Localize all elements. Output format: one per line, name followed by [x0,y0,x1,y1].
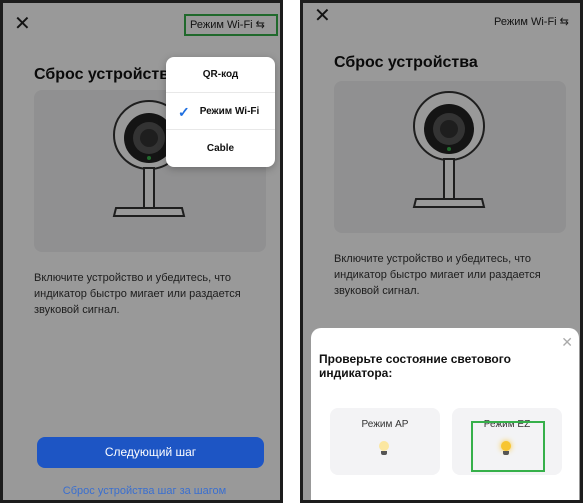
check-icon: ✓ [178,104,190,120]
close-icon[interactable]: ✕ [561,334,573,351]
option-highlight [471,421,545,472]
left-screen: ✕ Режим Wi-Fi ⇆ Сброс устройства Включит… [0,0,283,503]
menu-item-wifi[interactable]: ✓ Режим Wi-Fi [166,94,275,130]
mode-dropdown-menu: QR-код ✓ Режим Wi-Fi Cable [166,57,275,167]
indicator-bottom-sheet: ✕ Проверьте состояние светового индикато… [311,328,579,500]
step-by-step-link[interactable]: Сброс устройства шаг за шагом [3,485,280,497]
right-screen: ✕ Режим Wi-Fi ⇆ Сброс устройства Включит… [300,0,583,503]
sheet-title: Проверьте состояние светового индикатора… [319,352,511,380]
menu-item-cable[interactable]: Cable [166,131,275,167]
bulb-icon [379,441,389,451]
option-label: Режим AP [361,419,409,430]
next-step-button[interactable]: Следующий шаг [37,437,264,468]
bulb-base [381,451,387,455]
option-ap-mode[interactable]: Режим AP [330,408,440,475]
menu-item-qr[interactable]: QR-код [166,57,275,93]
